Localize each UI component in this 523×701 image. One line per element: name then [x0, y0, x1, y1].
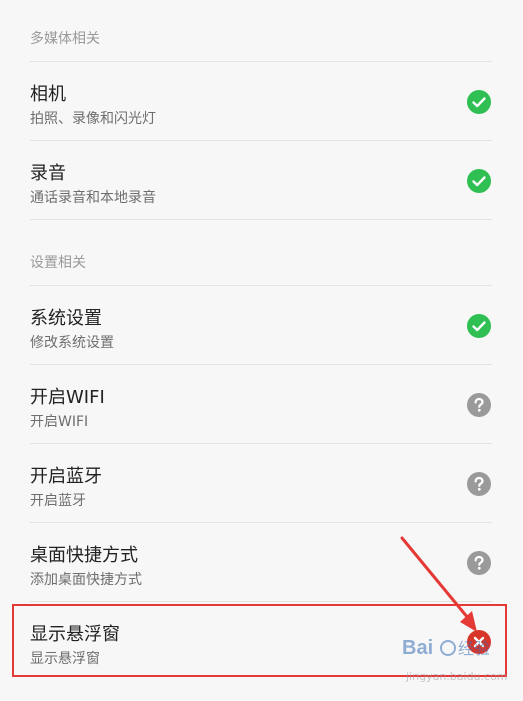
annotation-arrow — [400, 536, 477, 632]
svg-text:Bai: Bai — [402, 637, 433, 659]
baidu-logo-icon: Bai 经验 — [402, 637, 490, 659]
watermark: Bai 经验 jingyan.baidu.com — [400, 630, 508, 690]
svg-text:经验: 经验 — [458, 639, 490, 658]
watermark-url: jingyan.baidu.com — [406, 670, 508, 683]
